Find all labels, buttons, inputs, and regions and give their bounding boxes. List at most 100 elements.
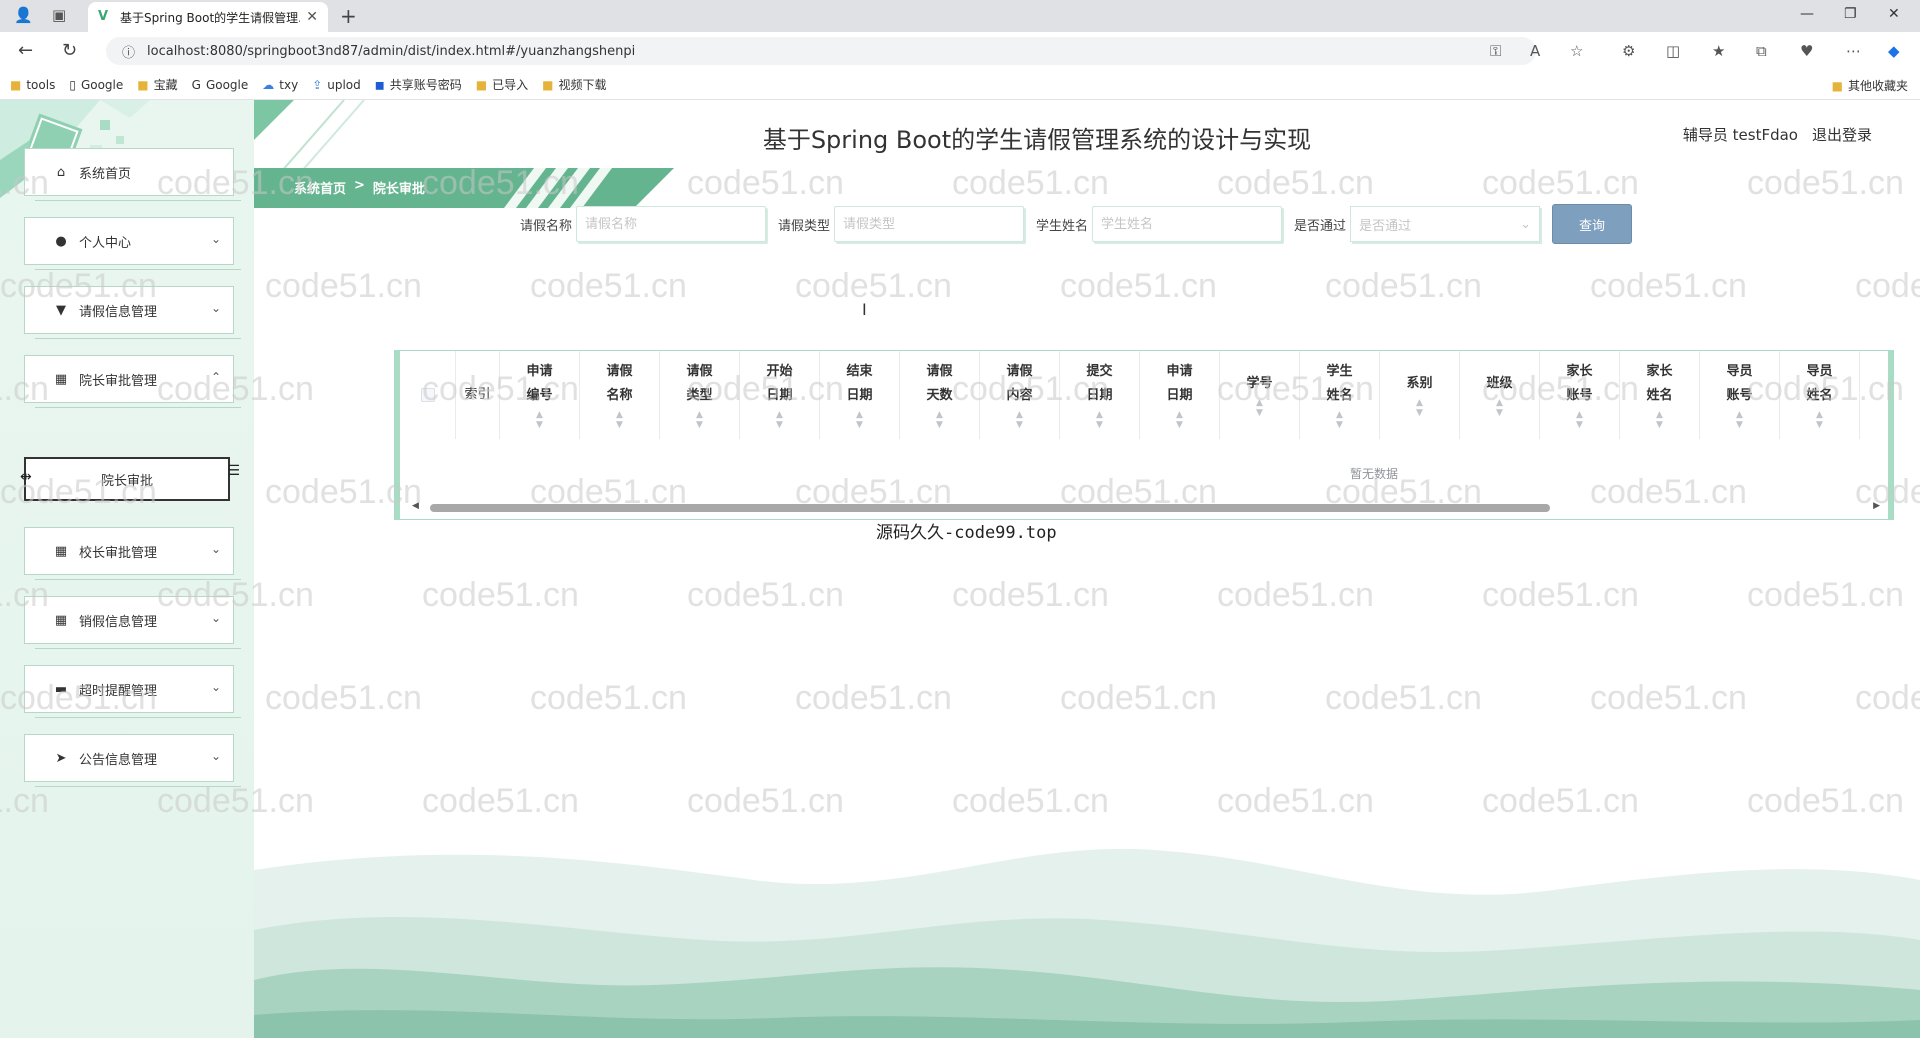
browser-essentials-icon[interactable]: ♥ — [1800, 42, 1813, 60]
scrollbar-thumb[interactable] — [430, 504, 1550, 512]
column-header[interactable]: 请假天数 ▲ ▼ — [900, 351, 980, 439]
sidebar-item-dean-approval[interactable]: ▦ 院长审批管理 ⌃ — [24, 355, 241, 408]
chevron-down-icon: ⌄ — [210, 301, 221, 315]
profile-icon[interactable]: 👤 — [14, 6, 33, 24]
restore-icon[interactable]: ❐ — [1844, 6, 1857, 22]
extensions-icon[interactable]: ⚙ — [1622, 42, 1635, 60]
user-icon: ● — [55, 233, 67, 249]
bookmark-shared-accounts[interactable]: ◼ 共享账号密码 — [375, 76, 462, 93]
sort-caret-icon[interactable]: ▲ ▼ — [856, 410, 863, 430]
sidebar-item-leave-cancel[interactable]: ▦ 销假信息管理 ⌄ — [24, 596, 241, 649]
user-info: 辅导员 testFdao 退出登录 — [1683, 124, 1872, 145]
url-field[interactable]: ⓘ localhost:8080/springboot3nd87/admin/d… — [106, 37, 1536, 65]
scroll-left-icon[interactable]: ◀ — [412, 501, 419, 511]
passed-select[interactable]: 是否通过 ⌄ — [1350, 206, 1541, 242]
query-button[interactable]: 查询 — [1552, 204, 1633, 244]
sort-caret-icon[interactable]: ▲ ▼ — [1496, 398, 1503, 418]
close-window-icon[interactable]: ✕ — [1888, 6, 1900, 22]
sidebar-item-leave-info[interactable]: ▼ 请假信息管理 ⌄ — [24, 286, 241, 339]
bookmark-google-page[interactable]: ▯ Google — [69, 78, 123, 92]
sort-caret-icon[interactable]: ▲ ▼ — [1336, 410, 1343, 430]
collections-icon[interactable]: ⧉ — [1756, 42, 1767, 60]
column-header-label: 家长账号 — [1566, 364, 1593, 403]
sort-caret-icon[interactable]: ▲ ▼ — [616, 410, 623, 430]
column-header[interactable]: 系别 ▲ ▼ — [1380, 351, 1460, 439]
refresh-icon[interactable]: ↻ — [62, 40, 77, 61]
column-header[interactable]: 导员账号 ▲ ▼ — [1700, 351, 1780, 439]
bookmark-other-favorites[interactable]: ■ 其他收藏夹 — [1832, 77, 1908, 94]
sidebar-item-announcements[interactable]: ➤ 公告信息管理 ⌄ — [24, 734, 241, 787]
new-tab-icon[interactable]: + — [340, 4, 357, 28]
sort-caret-icon[interactable]: ▲ ▼ — [776, 410, 783, 430]
logout-link[interactable]: 退出登录 — [1812, 124, 1872, 145]
column-header[interactable]: 学号 ▲ ▼ — [1220, 351, 1300, 439]
sort-caret-icon[interactable]: ▲ ▼ — [696, 410, 703, 430]
column-header[interactable]: 结束日期 ▲ ▼ — [820, 351, 900, 439]
column-header[interactable]: 家长账号 ▲ ▼ — [1540, 351, 1620, 439]
key-icon[interactable]: ⚿ — [1490, 42, 1501, 60]
sort-caret-icon[interactable]: ▲ ▼ — [1736, 410, 1743, 430]
read-aloud-icon[interactable]: A — [1530, 42, 1540, 60]
sort-caret-icon[interactable]: ▲ ▼ — [1016, 410, 1023, 430]
index-header: 索引 — [456, 351, 500, 439]
sidebar-item-overtime-reminder[interactable]: ▬ 超时提醒管理 ⌄ — [24, 665, 241, 718]
back-icon[interactable]: ← — [18, 40, 33, 61]
sort-caret-icon[interactable]: ▲ ▼ — [1576, 410, 1583, 430]
favorites-icon[interactable]: ★ — [1712, 42, 1725, 60]
leave-type-input[interactable] — [834, 206, 1025, 242]
column-header-label: 学生姓名 — [1326, 364, 1353, 403]
chevron-down-icon: ⌄ — [210, 680, 221, 694]
split-screen-icon[interactable]: ◫ — [1666, 42, 1680, 60]
column-header[interactable]: 申请日期 ▲ ▼ — [1140, 351, 1220, 439]
column-header[interactable]: 申请编号 ▲ ▼ — [500, 351, 580, 439]
column-header[interactable]: 提交日期 ▲ ▼ — [1060, 351, 1140, 439]
briefcase-icon: ▬ — [54, 681, 68, 697]
info-icon[interactable]: ⓘ — [122, 42, 135, 61]
scroll-right-icon[interactable]: ▶ — [1873, 501, 1880, 511]
bookmark-uplod[interactable]: ⇪ uplod — [312, 78, 361, 92]
chevron-down-icon: ⌄ — [210, 542, 221, 556]
source-note: 源码久久-code99.top — [876, 523, 1057, 543]
column-header[interactable]: 学生姓名 ▲ ▼ — [1300, 351, 1380, 439]
select-all-checkbox[interactable] — [420, 388, 435, 402]
column-header[interactable]: 请假类型 ▲ ▼ — [660, 351, 740, 439]
leave-type-label: 请假类型 — [778, 218, 831, 234]
bookmark-tools[interactable]: ■ tools — [10, 78, 55, 92]
chevron-down-icon: ⌄ — [1520, 216, 1532, 232]
column-header[interactable]: 请假名称 ▲ ▼ — [580, 351, 660, 439]
column-header[interactable]: 请假内容 ▲ ▼ — [980, 351, 1060, 439]
sidebar-item-principal-approval[interactable]: ▦ 校长审批管理 ⌄ — [24, 527, 241, 580]
bookmark-video-download[interactable]: ■ 视频下载 — [542, 76, 606, 93]
sort-caret-icon[interactable]: ▲ ▼ — [1416, 398, 1423, 418]
horizontal-scrollbar[interactable]: ◀ ▶ — [408, 501, 1884, 515]
favorite-star-icon[interactable]: ☆ — [1570, 42, 1583, 60]
more-menu-icon[interactable]: ⋯ — [1846, 42, 1861, 60]
sort-caret-icon[interactable]: ▲ ▼ — [1096, 410, 1103, 430]
leave-name-input[interactable] — [576, 206, 767, 242]
sort-caret-icon[interactable]: ▲ ▼ — [1256, 398, 1263, 418]
sort-caret-icon[interactable]: ▲ ▼ — [1656, 410, 1663, 430]
student-name-input[interactable] — [1092, 206, 1283, 242]
bookmark-treasure[interactable]: ■ 宝藏 — [137, 76, 177, 93]
sort-caret-icon[interactable]: ▲ ▼ — [1176, 410, 1183, 430]
sort-caret-icon[interactable]: ▲ ▼ — [1816, 410, 1823, 430]
breadcrumb-home[interactable]: 系统首页 — [294, 178, 346, 197]
sidebar-item-personal-center[interactable]: ● 个人中心 ⌄ — [24, 217, 241, 270]
bookmark-google[interactable]: G Google — [192, 78, 249, 92]
sidebar-item-home[interactable]: ⌂ 系统首页 — [24, 148, 241, 201]
column-header[interactable]: 开始日期 ▲ ▼ — [740, 351, 820, 439]
sort-caret-icon[interactable]: ▲ ▼ — [936, 410, 943, 430]
bookmark-imported[interactable]: ■ 已导入 — [476, 76, 528, 93]
browser-tab[interactable]: V 基于Spring Boot的学生请假管理... ✕ — [88, 2, 328, 32]
bookmark-txy[interactable]: ☁ txy — [262, 78, 298, 92]
column-header[interactable]: 家长姓名 ▲ ▼ — [1620, 351, 1700, 439]
column-header[interactable]: 班级 ▲ ▼ — [1460, 351, 1540, 439]
column-header[interactable]: 导员姓名 ▲ ▼ — [1780, 351, 1860, 439]
close-tab-icon[interactable]: ✕ — [306, 9, 318, 25]
minimize-icon[interactable]: — — [1800, 6, 1814, 22]
lines-decoration-icon: ☰ — [227, 463, 240, 479]
tab-actions-icon[interactable]: ▣ — [52, 6, 66, 24]
sort-caret-icon[interactable]: ▲ ▼ — [536, 410, 543, 430]
copilot-icon[interactable]: ◆ — [1888, 42, 1900, 60]
submenu-item-dean-approval[interactable]: ⇹ 院长审批 ☰ — [20, 457, 240, 501]
